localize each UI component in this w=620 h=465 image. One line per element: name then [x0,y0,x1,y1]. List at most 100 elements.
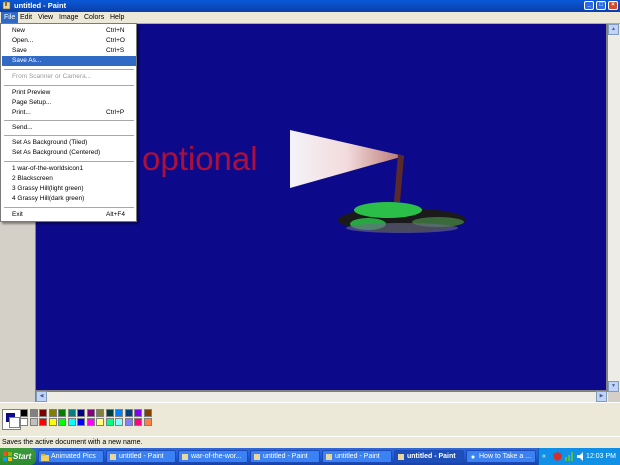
palette-swatch[interactable] [96,418,104,426]
horizontal-scrollbar[interactable]: ◀ ▶ [36,391,608,402]
system-tray: « 12:03 PM [538,448,620,465]
menu-separator [4,135,134,136]
palette-swatch[interactable] [105,409,114,417]
menu-item-label: From Scanner or Camera... [12,73,92,80]
palette-swatch[interactable] [86,418,95,426]
menu-item-exit[interactable]: Exit Alt+F4 [2,210,136,220]
menu-item-recent-2[interactable]: 2 Blackscreen [2,174,136,184]
palette-swatch[interactable] [77,409,85,417]
menu-item-shortcut: Alt+F4 [106,211,125,218]
browser-icon [469,453,477,461]
menu-image[interactable]: Image [56,12,81,23]
taskbar-item-war-of-the-worlds[interactable]: war-of-the-wor... [178,450,248,463]
menu-item-label: Print Preview [12,89,51,96]
scroll-right-icon[interactable]: ▶ [596,391,607,402]
menu-separator [4,69,134,70]
minimize-button[interactable]: _ [584,1,594,10]
palette-swatch[interactable] [134,409,142,417]
folder-icon [41,454,49,461]
palette-swatch[interactable] [86,409,95,417]
title-bar: untitled - Paint _ □ × [0,0,620,12]
tray-shield-icon[interactable] [553,452,562,461]
menu-separator [4,120,134,121]
menu-item-recent-1[interactable]: 1 war-of-the-worldsicon1 [2,164,136,174]
taskbar-item-how-to-take[interactable]: How to Take a ... [466,450,536,463]
menu-item-label: 3 Grassy Hill(light green) [12,185,84,192]
menu-item-new[interactable]: New Ctrl+N [2,26,136,36]
tray-volume-icon[interactable] [577,452,586,461]
menu-item-shortcut: Ctrl+O [106,37,125,44]
menu-view[interactable]: View [35,12,56,23]
taskbar-item-animated-pics[interactable]: Animated Pics [38,450,104,463]
menu-item-recent-4[interactable]: 4 Grassy Hill(dark green) [2,194,136,204]
taskbar-item-paint-active[interactable]: untitled - Paint [394,450,464,463]
menu-item-open[interactable]: Open... Ctrl+O [2,36,136,46]
menu-edit[interactable]: Edit [17,12,35,23]
palette-swatch[interactable] [58,418,66,426]
window-title: untitled - Paint [14,1,67,10]
paint-app-icon [2,1,11,10]
menu-item-print[interactable]: Print... Ctrl+P [2,108,136,118]
tray-expand-icon[interactable]: « [542,448,546,465]
palette-swatch[interactable] [48,409,57,417]
task-label: Animated Pics [51,453,96,460]
maximize-button[interactable]: □ [596,1,606,10]
palette-swatch[interactable] [134,418,142,426]
scroll-up-icon[interactable]: ▲ [608,24,619,35]
menu-colors[interactable]: Colors [81,12,107,23]
task-label: war-of-the-wor... [191,453,242,460]
menu-help[interactable]: Help [107,12,127,23]
palette-swatch[interactable] [58,409,66,417]
file-menu-dropdown: New Ctrl+N Open... Ctrl+O Save Ctrl+S Sa… [0,23,137,222]
scroll-down-icon[interactable]: ▼ [608,381,619,392]
heat-ray-arm [394,154,404,202]
palette-swatch[interactable] [124,418,133,426]
menu-item-save-as[interactable]: Save As... [2,56,136,66]
task-label: untitled - Paint [407,453,456,460]
menu-item-send[interactable]: Send... [2,123,136,133]
menu-item-recent-3[interactable]: 3 Grassy Hill(light green) [2,184,136,194]
taskbar-item-paint-1[interactable]: untitled - Paint [106,450,176,463]
palette-swatch[interactable] [124,409,133,417]
taskbar-item-paint-3[interactable]: untitled - Paint [322,450,392,463]
status-text: Saves the active document with a new nam… [2,439,143,446]
palette-swatch[interactable] [105,418,114,426]
vertical-scrollbar[interactable]: ▲ ▼ [608,24,620,392]
palette-swatch[interactable] [115,409,123,417]
paint-icon [110,454,116,460]
system-clock: 12:03 PM [586,453,616,460]
task-label: untitled - Paint [335,453,380,460]
palette-swatch[interactable] [29,418,38,426]
palette-swatch[interactable] [96,409,104,417]
palette-swatch[interactable] [67,418,76,426]
paint-icon [326,454,332,460]
taskbar-item-paint-2[interactable]: untitled - Paint [250,450,320,463]
menu-item-label: 2 Blackscreen [12,175,53,182]
menu-separator [4,161,134,162]
menu-item-label: Print... [12,109,31,116]
scroll-left-icon[interactable]: ◀ [36,391,47,402]
palette-swatch[interactable] [67,409,76,417]
palette-swatch[interactable] [39,418,47,426]
palette-swatch[interactable] [48,418,57,426]
palette-swatch[interactable] [39,409,47,417]
palette-swatch[interactable] [115,418,123,426]
menu-file[interactable]: File [1,12,19,23]
menu-item-page-setup[interactable]: Page Setup... [2,98,136,108]
menu-item-label: Open... [12,37,34,44]
heat-ray-beam [290,130,404,188]
menu-item-print-preview[interactable]: Print Preview [2,88,136,98]
palette-swatch[interactable] [143,409,152,417]
menu-item-background-centered[interactable]: Set As Background (Centered) [2,148,136,158]
palette-swatch[interactable] [77,418,85,426]
start-button[interactable]: Start [0,448,36,465]
palette-swatch[interactable] [143,418,152,426]
tray-network-icon[interactable] [565,452,574,461]
palette-swatch[interactable] [20,409,28,417]
palette-swatch[interactable] [20,418,28,426]
menu-item-background-tiled[interactable]: Set As Background (Tiled) [2,138,136,148]
palette-swatch[interactable] [29,409,38,417]
menu-item-label: Save As... [12,57,42,64]
menu-item-save[interactable]: Save Ctrl+S [2,46,136,56]
close-button[interactable]: × [608,1,618,10]
